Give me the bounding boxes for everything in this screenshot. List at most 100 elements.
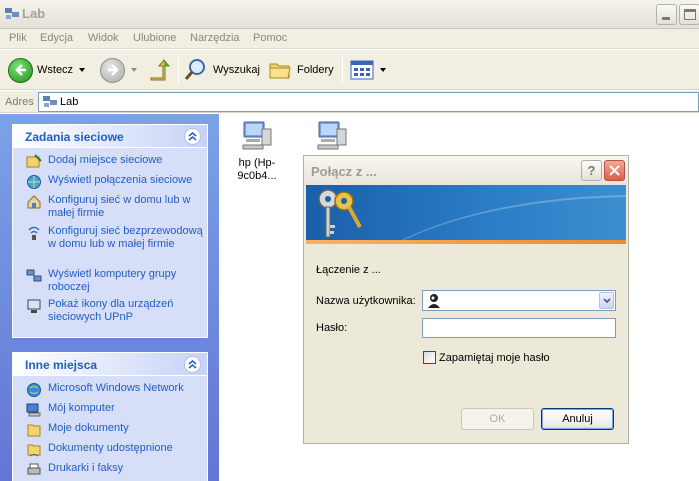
search-button[interactable]: Wyszukaj: [184, 55, 260, 85]
menu-view[interactable]: Widok: [88, 32, 119, 44]
menu-favorites[interactable]: Ulubione: [133, 32, 176, 44]
connecting-text: Łączenie z ...: [316, 264, 381, 276]
dropdown-button[interactable]: [599, 292, 614, 309]
dialog-title: Połącz z ...: [311, 164, 377, 179]
back-button[interactable]: Wstecz: [8, 55, 86, 85]
home-network-icon: [27, 195, 41, 209]
other-places-header[interactable]: Inne miejsca: [13, 353, 207, 376]
cancel-button[interactable]: Anuluj: [541, 408, 614, 430]
dialog-banner: [306, 185, 626, 244]
task-view-network-connections[interactable]: Wyświetl połączenia sieciowe: [13, 174, 207, 194]
task-pane: Zadania sieciowe Dodaj miejsce sieciowe …: [0, 114, 219, 481]
maximize-button[interactable]: [679, 4, 699, 25]
user-icon: [428, 294, 440, 308]
search-icon: [184, 59, 205, 80]
network-tasks-title: Zadania sieciowe: [25, 130, 124, 144]
place-shared-documents[interactable]: Dokumenty udostępnione: [13, 442, 207, 462]
other-places-title: Inne miejsca: [25, 358, 98, 372]
task-add-network-place[interactable]: Dodaj miejsce sieciowe: [13, 154, 207, 174]
network-tasks-panel: Zadania sieciowe Dodaj miejsce sieciowe …: [12, 124, 208, 338]
upnp-icon: [27, 299, 41, 313]
menu-bar: Plik Edycja Widok Ulubione Narzędzia Pom…: [0, 29, 699, 49]
folders-button[interactable]: Foldery: [268, 55, 334, 85]
up-folder-button[interactable]: [148, 55, 172, 85]
address-label: Adres: [5, 96, 34, 108]
menu-edit[interactable]: Edycja: [40, 32, 73, 44]
window-title: Lab: [22, 6, 46, 21]
minimize-icon: [662, 17, 670, 20]
keys-icon: [318, 189, 362, 238]
remember-password-label[interactable]: Zapamiętaj moje hasło: [439, 352, 550, 364]
menu-file[interactable]: Plik: [9, 32, 27, 44]
dialog-title-bar[interactable]: Połącz z ... ?: [304, 156, 628, 185]
chevron-down-icon[interactable]: [131, 68, 137, 72]
maximize-icon: [684, 9, 696, 20]
help-button[interactable]: ?: [581, 160, 602, 181]
workgroup-computers-icon: [26, 269, 42, 282]
search-label: Wyszukaj: [213, 64, 260, 76]
network-computer-label: hp (Hp-9c0b4...: [237, 157, 277, 182]
place-my-computer[interactable]: Mój komputer: [13, 402, 207, 422]
window-title-bar: Lab: [0, 0, 699, 29]
network-tasks-header[interactable]: Zadania sieciowe: [13, 125, 207, 148]
my-documents-icon: [27, 424, 41, 437]
close-button[interactable]: [604, 160, 625, 181]
other-places-panel: Inne miejsca Microsoft Windows Network M…: [12, 352, 208, 481]
network-computer-item[interactable]: [297, 119, 367, 157]
banner-strip: [306, 240, 626, 244]
printers-icon: [27, 463, 41, 475]
add-network-place-icon: [26, 154, 42, 168]
network-computer-icon: [242, 121, 272, 150]
question-mark-icon: ?: [587, 163, 596, 178]
menu-tools[interactable]: Narzędzia: [190, 32, 240, 44]
collapse-icon[interactable]: [184, 356, 201, 373]
chevron-down-icon: [602, 297, 611, 303]
place-printers-faxes[interactable]: Drukarki i faksy: [13, 462, 207, 481]
menu-help[interactable]: Pomoc: [253, 32, 287, 44]
password-label: Hasło:: [316, 322, 348, 334]
forward-button[interactable]: [100, 55, 137, 85]
toolbar-separator: [178, 56, 179, 84]
network-tasks-list: Dodaj miejsce sieciowe Wyświetl połączen…: [13, 148, 207, 334]
forward-arrow-icon: [100, 57, 125, 83]
folders-label: Foldery: [297, 64, 334, 76]
collapse-icon[interactable]: [184, 128, 201, 145]
task-view-workgroup-computers[interactable]: Wyświetl komputery grupy roboczej: [13, 268, 207, 298]
other-places-list: Microsoft Windows Network Mój komputer M…: [13, 376, 207, 481]
place-windows-network[interactable]: Microsoft Windows Network: [13, 382, 207, 402]
ok-button[interactable]: OK: [461, 408, 534, 430]
banner-arc: [336, 195, 626, 244]
shared-documents-icon: [27, 444, 41, 457]
address-input[interactable]: Lab: [38, 92, 699, 112]
password-field[interactable]: [422, 318, 616, 338]
address-bar: Adres Lab: [0, 91, 699, 113]
minimize-button[interactable]: [656, 4, 677, 25]
views-button[interactable]: [350, 55, 386, 85]
network-folder-icon: [5, 8, 19, 19]
back-arrow-icon: [8, 57, 33, 83]
views-icon: [350, 60, 374, 80]
task-setup-wireless-network[interactable]: Konfiguruj sieć bezprzewodową w domu lub…: [13, 225, 207, 268]
folder-icon: [269, 63, 291, 79]
windows-network-icon: [27, 383, 41, 397]
remember-password-checkbox[interactable]: [423, 351, 436, 364]
network-folder-icon: [43, 96, 57, 107]
username-combobox[interactable]: [422, 290, 616, 311]
toolbar-separator: [342, 56, 343, 84]
connect-dialog: Połącz z ... ? Łączenie z ... Nazwa użyt…: [303, 155, 629, 444]
wireless-network-icon: [28, 226, 40, 240]
task-show-upnp-icons[interactable]: Pokaż ikony dla urządzeń sieciowych UPnP: [13, 298, 207, 328]
my-computer-icon: [26, 403, 41, 417]
network-connections-icon: [27, 175, 41, 189]
username-label: Nazwa użytkownika:: [316, 295, 416, 307]
toolbar: Wstecz Wyszukaj Foldery: [0, 50, 699, 90]
chevron-down-icon[interactable]: [380, 68, 386, 72]
task-setup-home-network[interactable]: Konfiguruj sieć w domu lub w małej firmi…: [13, 194, 207, 225]
up-folder-icon: [150, 59, 171, 81]
back-label: Wstecz: [37, 64, 74, 76]
place-my-documents[interactable]: Moje dokumenty: [13, 422, 207, 442]
network-computer-item[interactable]: hp (Hp-9c0b4...: [222, 119, 292, 183]
close-icon: [609, 165, 620, 176]
network-computer-icon: [317, 121, 347, 150]
chevron-down-icon[interactable]: [79, 68, 86, 72]
